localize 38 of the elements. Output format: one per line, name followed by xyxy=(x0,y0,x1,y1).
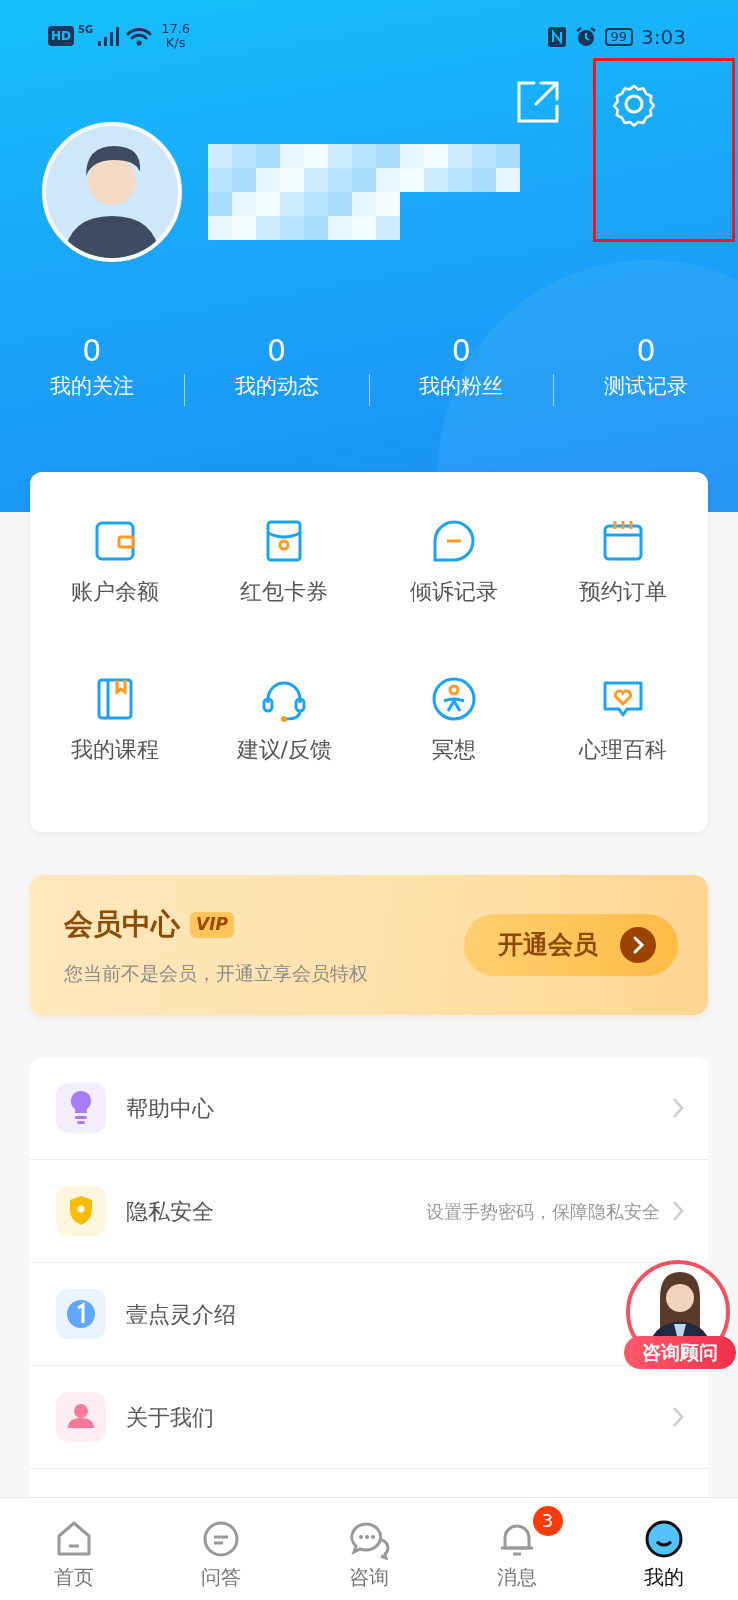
service-label[interactable]: 红包卡券 xyxy=(199,575,369,608)
service-label[interactable]: 心理百科 xyxy=(538,732,708,766)
menu-label[interactable]: 关于我们 xyxy=(126,1404,214,1430)
service-label[interactable]: 冥想 xyxy=(369,732,539,766)
chevron-icon xyxy=(620,927,656,963)
service-label[interactable]: 我的课程 xyxy=(30,732,200,766)
notification-badge: 3 xyxy=(532,1506,563,1536)
menu-label[interactable]: 隐私安全 xyxy=(126,1198,214,1224)
hd-indicator: HD xyxy=(48,25,74,46)
alarm-icon xyxy=(574,26,597,48)
tab-item[interactable]: 消息 3 xyxy=(442,1498,591,1600)
vip-title: 会员中心 xyxy=(64,906,180,943)
stat-count: 0 xyxy=(81,334,103,367)
clock: 3:03 xyxy=(641,24,686,51)
tab-item[interactable]: 首页 xyxy=(0,1498,148,1600)
tab-item[interactable]: 咨询 xyxy=(295,1498,443,1600)
network-speed: 17.6 xyxy=(161,22,191,36)
stat-count: 0 xyxy=(450,334,472,367)
tab-item[interactable]: 问答 xyxy=(147,1498,296,1600)
share-icon[interactable] xyxy=(516,80,560,124)
battery-level: 99 xyxy=(604,27,634,47)
vip-subtitle: 您当前不是会员，开通立享会员特权 xyxy=(64,960,368,986)
stat-count: 0 xyxy=(266,334,288,367)
service-label[interactable]: 倾诉记录 xyxy=(369,575,539,608)
menu-hint: 设置手势密码，保障隐私安全 xyxy=(426,1199,660,1224)
service-label[interactable]: 账户余额 xyxy=(30,575,200,608)
network-type: 5G xyxy=(78,23,94,37)
open-membership-button[interactable]: 开通会员 xyxy=(464,914,678,976)
speed-unit: K/s xyxy=(164,35,187,50)
stat-count: 0 xyxy=(635,334,657,367)
menu-label[interactable]: 壹点灵介绍 xyxy=(126,1301,236,1327)
vip-badge: VIP xyxy=(190,912,234,938)
service-label[interactable]: 预约订单 xyxy=(538,575,708,608)
nfc-icon xyxy=(546,26,567,48)
tab-item[interactable]: 我的 xyxy=(590,1498,738,1600)
service-label[interactable]: 建议/反馈 xyxy=(199,732,369,766)
menu-label[interactable]: 帮助中心 xyxy=(126,1095,214,1121)
signal-icon xyxy=(97,24,122,47)
